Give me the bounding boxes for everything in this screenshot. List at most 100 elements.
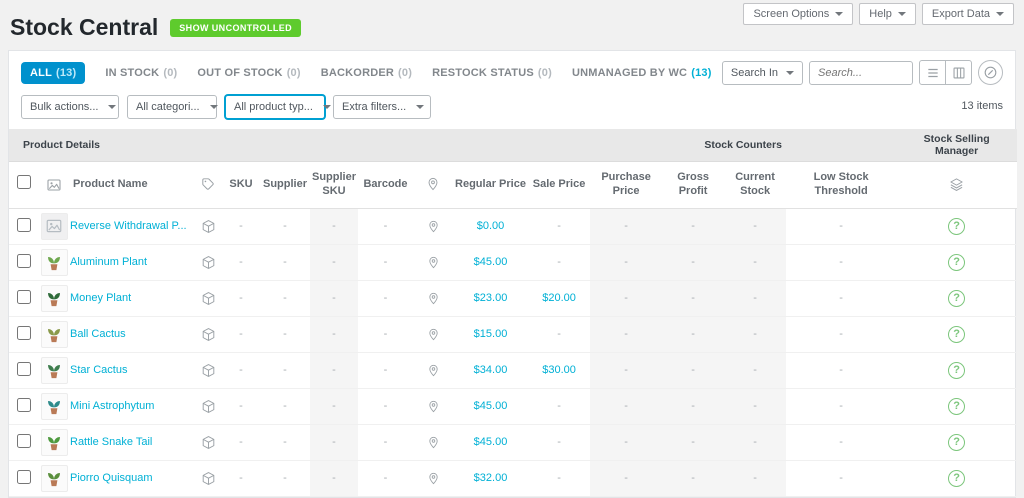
row-checkbox[interactable] <box>17 434 31 448</box>
ssm-status-unknown-icon[interactable]: ? <box>948 290 965 307</box>
bulk-actions-select[interactable]: Bulk actions... <box>21 95 119 119</box>
tab-label: IN STOCK <box>105 67 159 79</box>
purchase-price-cell: - <box>590 352 662 388</box>
ssm-status-unknown-icon[interactable]: ? <box>948 470 965 487</box>
column-purchase-price[interactable]: Purchase Price <box>590 162 662 209</box>
ssm-status-unknown-icon[interactable]: ? <box>948 218 965 235</box>
current-stock-cell: - <box>724 424 786 460</box>
search-in-label: Search In <box>731 67 778 79</box>
product-name-link[interactable]: Ball Cactus <box>70 328 126 340</box>
screen-options-label: Screen Options <box>753 8 829 20</box>
product-name-link[interactable]: Rattle Snake Tail <box>70 436 152 448</box>
purchase-price-cell: - <box>590 244 662 280</box>
low-stock-threshold-cell: - <box>786 316 896 352</box>
column-low-stock-threshold[interactable]: Low Stock Threshold <box>786 162 896 209</box>
supplier-cell: - <box>260 460 310 496</box>
tabs-row: ALL (13) IN STOCK (0) OUT OF STOCK (0) B… <box>9 51 1015 93</box>
column-barcode[interactable]: Barcode <box>358 162 413 209</box>
row-checkbox[interactable] <box>17 326 31 340</box>
tab-all[interactable]: ALL (13) <box>21 62 85 84</box>
column-product-name[interactable]: Product Name <box>69 162 194 209</box>
select-all-checkbox[interactable] <box>17 175 31 189</box>
ssm-status-unknown-icon[interactable]: ? <box>948 362 965 379</box>
tab-label: RESTOCK STATUS <box>432 67 534 79</box>
product-thumbnail <box>41 321 68 348</box>
ssm-status-unknown-icon[interactable]: ? <box>948 254 965 271</box>
group-product-details: Product Details <box>9 129 590 162</box>
export-data-button[interactable]: Export Data <box>922 3 1014 25</box>
thumbnail-cell <box>39 280 69 316</box>
row-checkbox[interactable] <box>17 362 31 376</box>
location-pin-icon <box>426 177 440 191</box>
items-count: 13 items <box>961 95 1003 112</box>
row-checkbox[interactable] <box>17 218 31 232</box>
help-button[interactable]: Help <box>859 3 916 25</box>
gross-profit-cell: - <box>662 352 724 388</box>
product-name-link[interactable]: Aluminum Plant <box>70 256 147 268</box>
barcode-cell: - <box>358 352 413 388</box>
screen-options-button[interactable]: Screen Options <box>743 3 853 25</box>
row-checkbox[interactable] <box>17 470 31 484</box>
column-current-stock[interactable]: Current Stock <box>724 162 786 209</box>
tab-out-of-stock[interactable]: OUT OF STOCK (0) <box>197 67 300 79</box>
list-view-button[interactable] <box>919 60 946 85</box>
column-gross-profit[interactable]: Gross Profit <box>662 162 724 209</box>
extra-filters-label: Extra filters... <box>342 101 406 113</box>
sku-cell: - <box>222 460 260 496</box>
plant-photo-icon <box>43 395 65 417</box>
location-column-header[interactable] <box>413 162 453 209</box>
product-name-cell: Star Cactus <box>69 352 194 388</box>
compass-icon <box>983 65 998 80</box>
tab-count: (0) <box>398 67 412 79</box>
low-stock-threshold-cell: - <box>786 280 896 316</box>
ssm-status-unknown-icon[interactable]: ? <box>948 398 965 415</box>
location-cell <box>413 424 453 460</box>
tab-label: OUT OF STOCK <box>197 67 282 79</box>
thumbnail-cell <box>39 208 69 244</box>
column-supplier[interactable]: Supplier <box>260 162 310 209</box>
ssm-status-unknown-icon[interactable]: ? <box>948 326 965 343</box>
column-regular-price[interactable]: Regular Price <box>453 162 528 209</box>
image-placeholder-icon <box>45 217 63 235</box>
row-checkbox-cell <box>9 388 39 424</box>
product-type-cell <box>194 316 222 352</box>
row-checkbox-cell <box>9 244 39 280</box>
location-pin-icon <box>427 220 440 233</box>
stock-selling-manager-column-header <box>896 162 1017 209</box>
column-header-row: Product Name SKU Supplier Supplier SKU B… <box>9 162 1017 209</box>
column-groups-button[interactable] <box>945 60 972 85</box>
stock-selling-manager-cell: ? <box>896 352 1017 388</box>
row-checkbox[interactable] <box>17 290 31 304</box>
row-checkbox[interactable] <box>17 398 31 412</box>
low-stock-threshold-cell: - <box>786 424 896 460</box>
product-type-column-header[interactable] <box>194 162 222 209</box>
product-name-link[interactable]: Piorro Quisquam <box>70 472 153 484</box>
ssm-status-unknown-icon[interactable]: ? <box>948 434 965 451</box>
product-name-link[interactable]: Money Plant <box>70 292 131 304</box>
column-supplier-sku[interactable]: Supplier SKU <box>310 162 358 209</box>
box-icon <box>201 291 216 306</box>
thumbnail-cell <box>39 352 69 388</box>
chevron-down-icon <box>786 71 794 75</box>
categories-select[interactable]: All categori... <box>127 95 217 119</box>
search-input[interactable] <box>809 61 913 85</box>
current-stock-cell: - <box>724 316 786 352</box>
column-sku[interactable]: SKU <box>222 162 260 209</box>
tab-unmanaged-by-wc[interactable]: UNMANAGED BY WC (13) <box>572 67 712 79</box>
product-name-link[interactable]: Reverse Withdrawal P... <box>70 220 187 232</box>
row-checkbox[interactable] <box>17 254 31 268</box>
product-type-select[interactable]: All product typ... <box>225 95 325 119</box>
column-sale-price[interactable]: Sale Price <box>528 162 590 209</box>
table-row: Ball Cactus - - - - $15.00 - - - - - ? <box>9 316 1017 352</box>
product-name-link[interactable]: Star Cactus <box>70 364 127 376</box>
tab-restock-status[interactable]: RESTOCK STATUS (0) <box>432 67 552 79</box>
sale-price-cell: $20.00 <box>528 280 590 316</box>
sticky-columns-button[interactable] <box>978 60 1003 85</box>
product-name-link[interactable]: Mini Astrophytum <box>70 400 154 412</box>
search-in-select[interactable]: Search In <box>722 61 803 85</box>
tab-in-stock[interactable]: IN STOCK (0) <box>105 67 177 79</box>
extra-filters-select[interactable]: Extra filters... <box>333 95 431 119</box>
tab-backorder[interactable]: BACKORDER (0) <box>321 67 412 79</box>
show-uncontrolled-button[interactable]: SHOW UNCONTROLLED <box>170 19 301 37</box>
sale-price-cell: - <box>528 244 590 280</box>
